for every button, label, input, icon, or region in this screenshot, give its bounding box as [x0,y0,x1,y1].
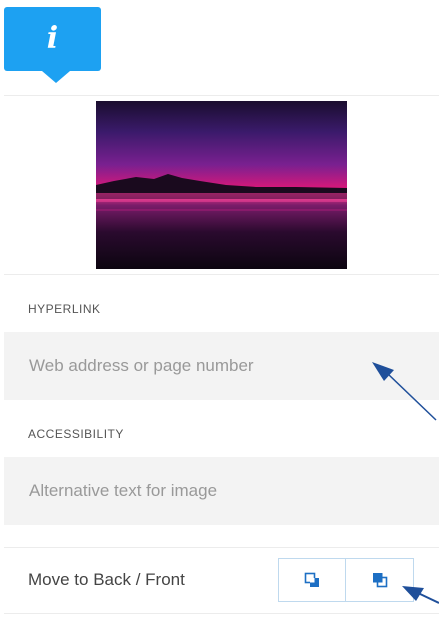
info-icon: i [46,21,59,56]
hyperlink-label: HYPERLINK [28,302,101,316]
move-to-front-button[interactable] [346,558,414,602]
order-button-group [278,558,414,602]
image-thumbnail [96,101,347,269]
order-row: Move to Back / Front [4,548,439,612]
hyperlink-input[interactable] [27,355,411,377]
hyperlink-field [4,332,439,400]
divider [4,274,439,275]
alt-text-input[interactable] [27,480,411,502]
accessibility-field [4,457,439,525]
move-to-back-button[interactable] [278,558,346,602]
divider [4,95,439,96]
bring-to-front-icon [372,573,387,588]
send-to-back-icon [304,572,319,587]
accessibility-label: ACCESSIBILITY [28,427,124,441]
info-tab[interactable]: i [4,7,101,83]
order-label: Move to Back / Front [28,570,185,589]
divider [4,613,439,614]
